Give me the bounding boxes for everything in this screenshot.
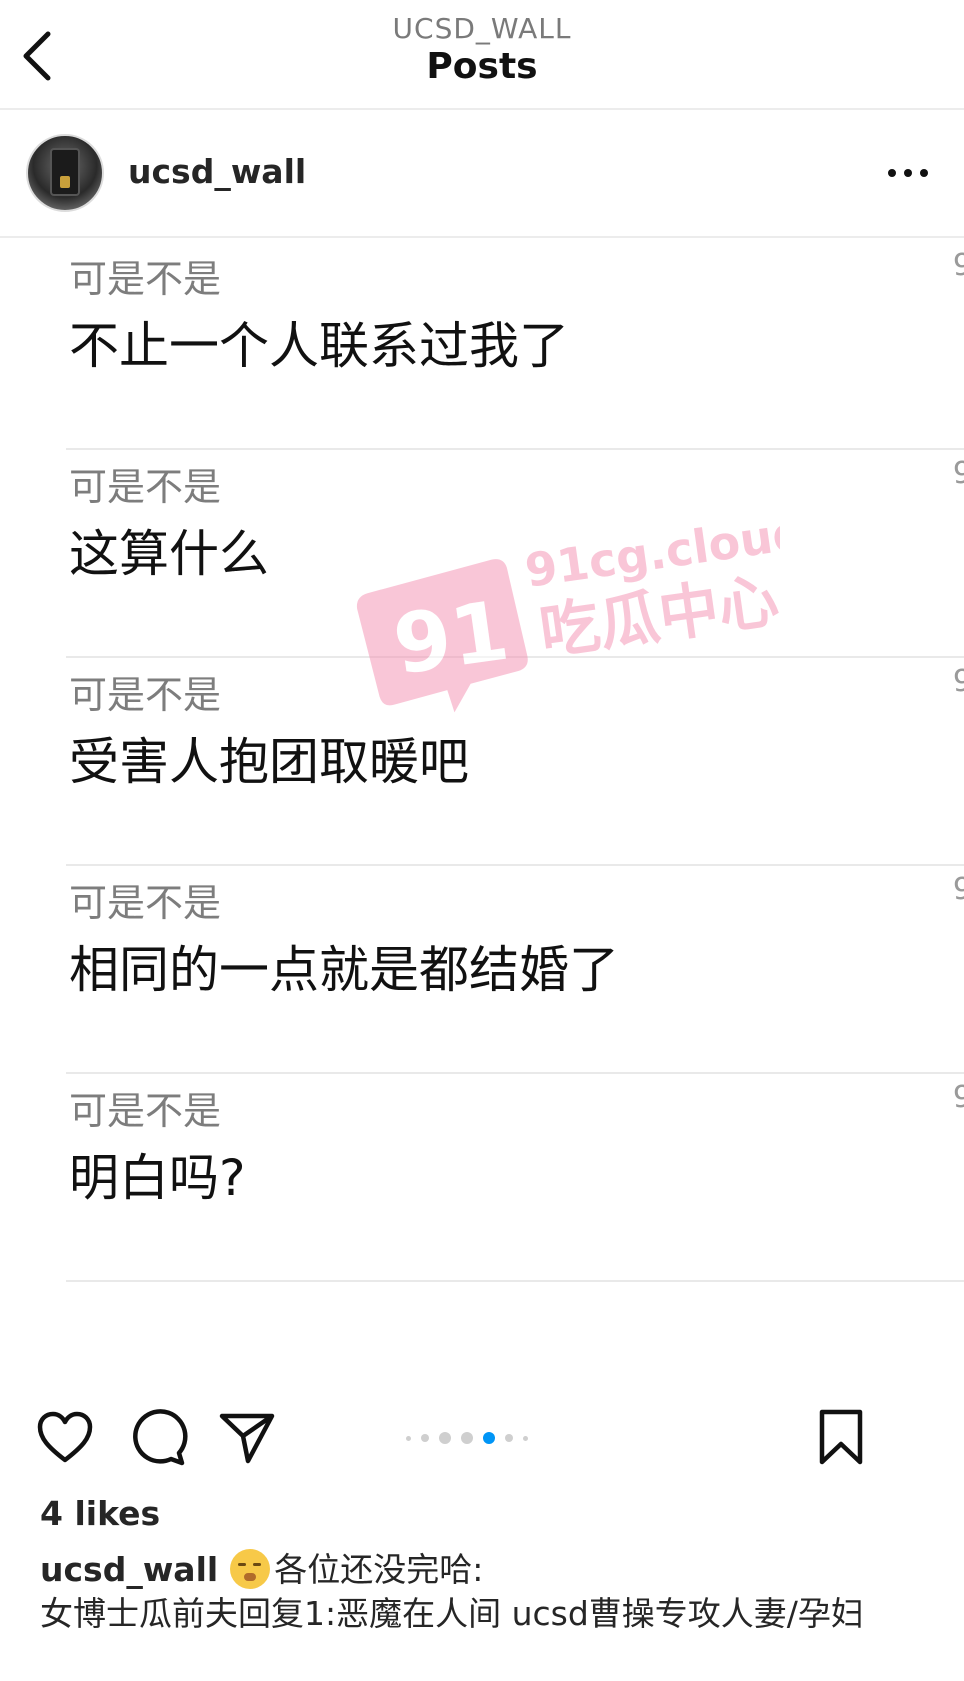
post-caption: ucsd_wall 各位还没完哈: 女博士瓜前夫回复1:恶魔在人间 ucsd曹操专… — [40, 1548, 940, 1636]
carousel-dot — [421, 1434, 429, 1442]
likes-count[interactable]: 4 likes — [40, 1494, 160, 1533]
caption-line-2: 女博士瓜前夫回复1:恶魔在人间 ucsd曹操专攻人妻/孕妇 — [40, 1594, 864, 1633]
message-time: 9 — [952, 248, 964, 283]
message-time: 9 — [952, 664, 964, 699]
comment-icon — [133, 1409, 188, 1466]
post-header: ucsd_wall — [0, 112, 964, 238]
share-button[interactable] — [216, 1406, 278, 1468]
carousel-dot — [461, 1432, 473, 1444]
chat-message: 可是不是 不止一个人联系过我了 9 — [66, 240, 964, 450]
sender-name: 可是不是 — [69, 881, 222, 925]
sender-name: 可是不是 — [69, 257, 222, 301]
like-button[interactable] — [34, 1406, 96, 1468]
heart-icon — [37, 1411, 93, 1463]
avatar[interactable] — [26, 134, 104, 212]
bookmark-icon — [819, 1409, 863, 1465]
bookmark-button[interactable] — [810, 1406, 872, 1468]
carousel-dot — [523, 1435, 528, 1441]
caption-line-1: 各位还没完哈: — [274, 1550, 484, 1589]
message-text: 不止一个人联系过我了 — [69, 317, 569, 375]
share-icon — [219, 1413, 275, 1464]
message-text: 这算什么 — [69, 525, 269, 583]
sender-name: 可是不是 — [69, 465, 222, 509]
message-time: 9 — [952, 872, 964, 907]
message-time: 9 — [952, 456, 964, 491]
chat-message: 可是不是 明白吗? 9 — [66, 1058, 964, 1282]
top-bar: UCSD_WALL Posts — [0, 0, 964, 110]
carousel-dot — [505, 1434, 513, 1442]
chat-message: 可是不是 相同的一点就是都结婚了 9 — [66, 850, 964, 1074]
message-time: 9 — [952, 1080, 964, 1115]
message-text: 受害人抱团取暖吧 — [69, 733, 469, 791]
watermark-logo: 91 91cg.cloud 吃瓜中心 — [356, 510, 780, 713]
sender-name: 可是不是 — [69, 673, 222, 717]
more-horizontal-icon — [888, 169, 928, 177]
carousel-dot — [439, 1432, 451, 1444]
message-text: 明白吗? — [69, 1149, 246, 1207]
action-bar — [0, 1400, 964, 1476]
post-image: 可是不是 不止一个人联系过我了 9 可是不是 这算什么 9 可是不是 受害人抱团… — [0, 240, 964, 1340]
page-title: Posts — [426, 46, 538, 87]
carousel-dot — [406, 1435, 411, 1441]
watermark-badge-number: 91 — [388, 584, 514, 694]
face-with-steam-emoji — [230, 1549, 271, 1589]
caption-username[interactable]: ucsd_wall — [40, 1550, 218, 1589]
comment-button[interactable] — [126, 1406, 188, 1468]
message-text: 相同的一点就是都结婚了 — [69, 941, 619, 999]
carousel-indicator — [406, 1430, 528, 1446]
carousel-dot-active — [483, 1432, 495, 1444]
account-name-header: UCSD_WALL — [392, 12, 572, 45]
post-username[interactable]: ucsd_wall — [128, 152, 306, 191]
more-options-button[interactable] — [880, 158, 940, 188]
sender-name: 可是不是 — [69, 1089, 222, 1133]
